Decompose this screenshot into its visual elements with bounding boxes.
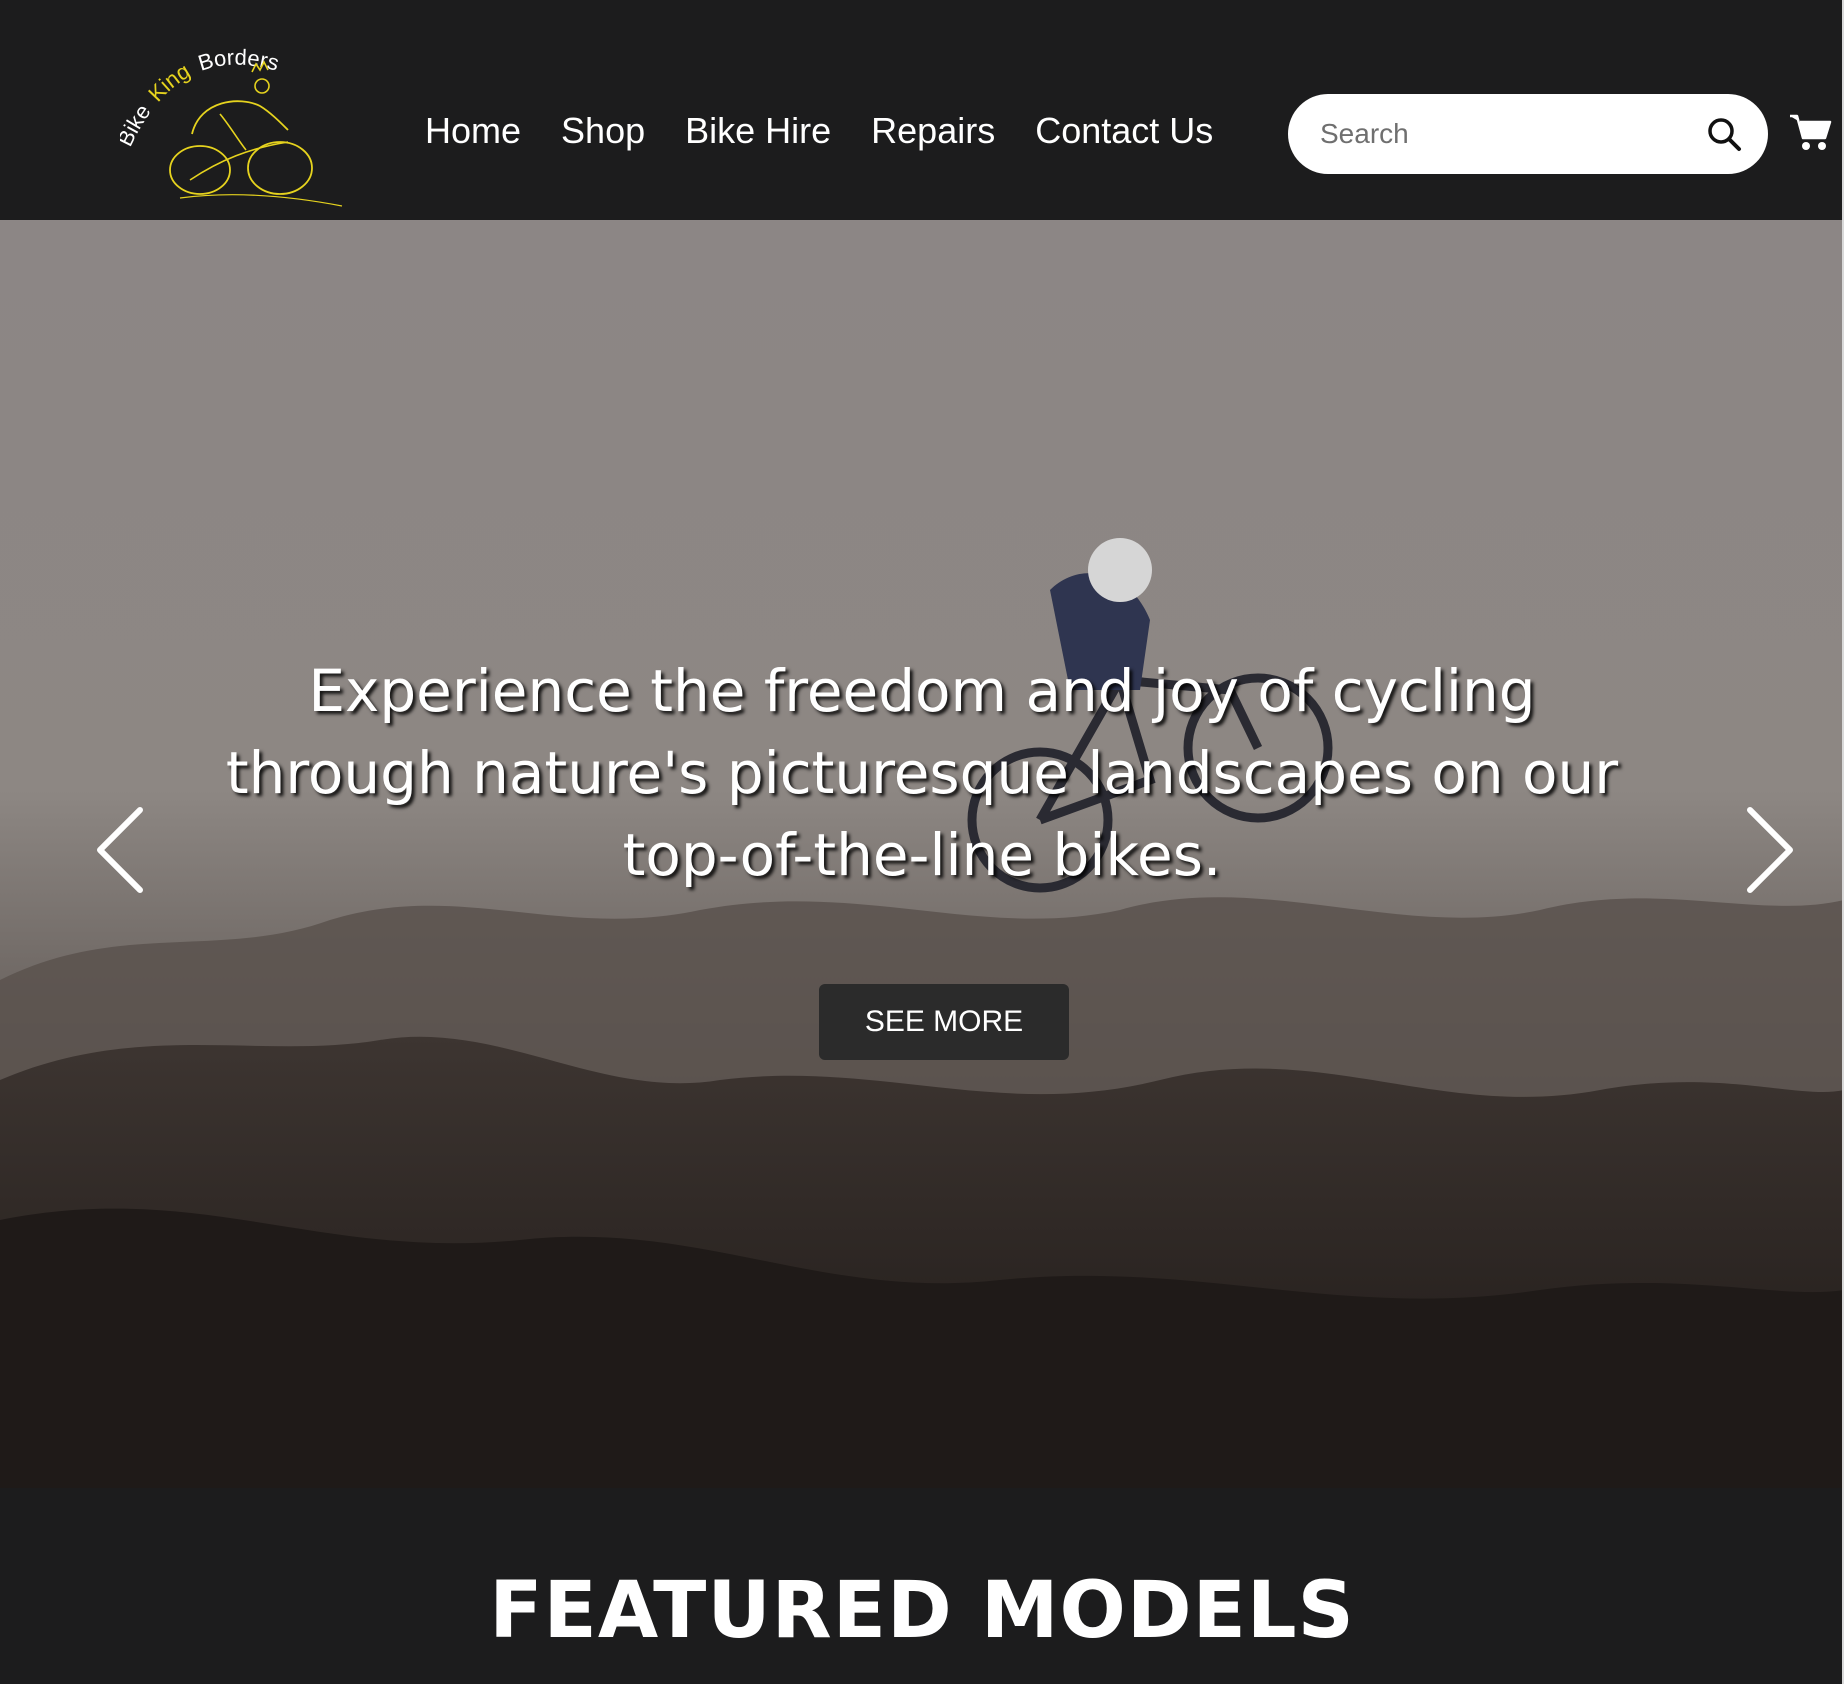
featured-models-section: FEATURED MODELS — [0, 1488, 1844, 1684]
hero-headline: Experience the freedom and joy of cyclin… — [225, 657, 1619, 889]
main-nav: Home Shop Bike Hire Repairs Contact Us — [425, 110, 1213, 152]
search-input[interactable] — [1318, 117, 1704, 151]
chevron-right-icon[interactable] — [1738, 800, 1798, 900]
nav-shop[interactable]: Shop — [561, 110, 645, 152]
logo-word-borders: Borders — [195, 45, 282, 76]
logo-word-bike: Bike — [120, 100, 156, 151]
brand-logo[interactable]: Bike King Borders — [120, 30, 350, 210]
nav-bike-hire[interactable]: Bike Hire — [685, 110, 831, 152]
bike-king-borders-logo: Bike King Borders — [120, 45, 343, 207]
nav-contact-us[interactable]: Contact Us — [1035, 110, 1213, 152]
nav-repairs[interactable]: Repairs — [871, 110, 995, 152]
hero-carousel: Experience the freedom and joy of cyclin… — [0, 220, 1844, 1488]
search-icon[interactable] — [1704, 114, 1744, 154]
nav-home[interactable]: Home — [425, 110, 521, 152]
site-header: Bike King Borders Home Shop Bike Hire Re… — [0, 0, 1844, 220]
svg-text:Bike King: Bike King Borders — [120, 45, 282, 151]
featured-models-title: FEATURED MODELS — [489, 1566, 1355, 1656]
cart-icon[interactable] — [1788, 110, 1832, 154]
logo-word-king: King — [143, 58, 194, 106]
search-bar — [1288, 94, 1768, 174]
see-more-button[interactable]: SEE MORE — [819, 984, 1069, 1060]
chevron-left-icon[interactable] — [92, 800, 152, 900]
